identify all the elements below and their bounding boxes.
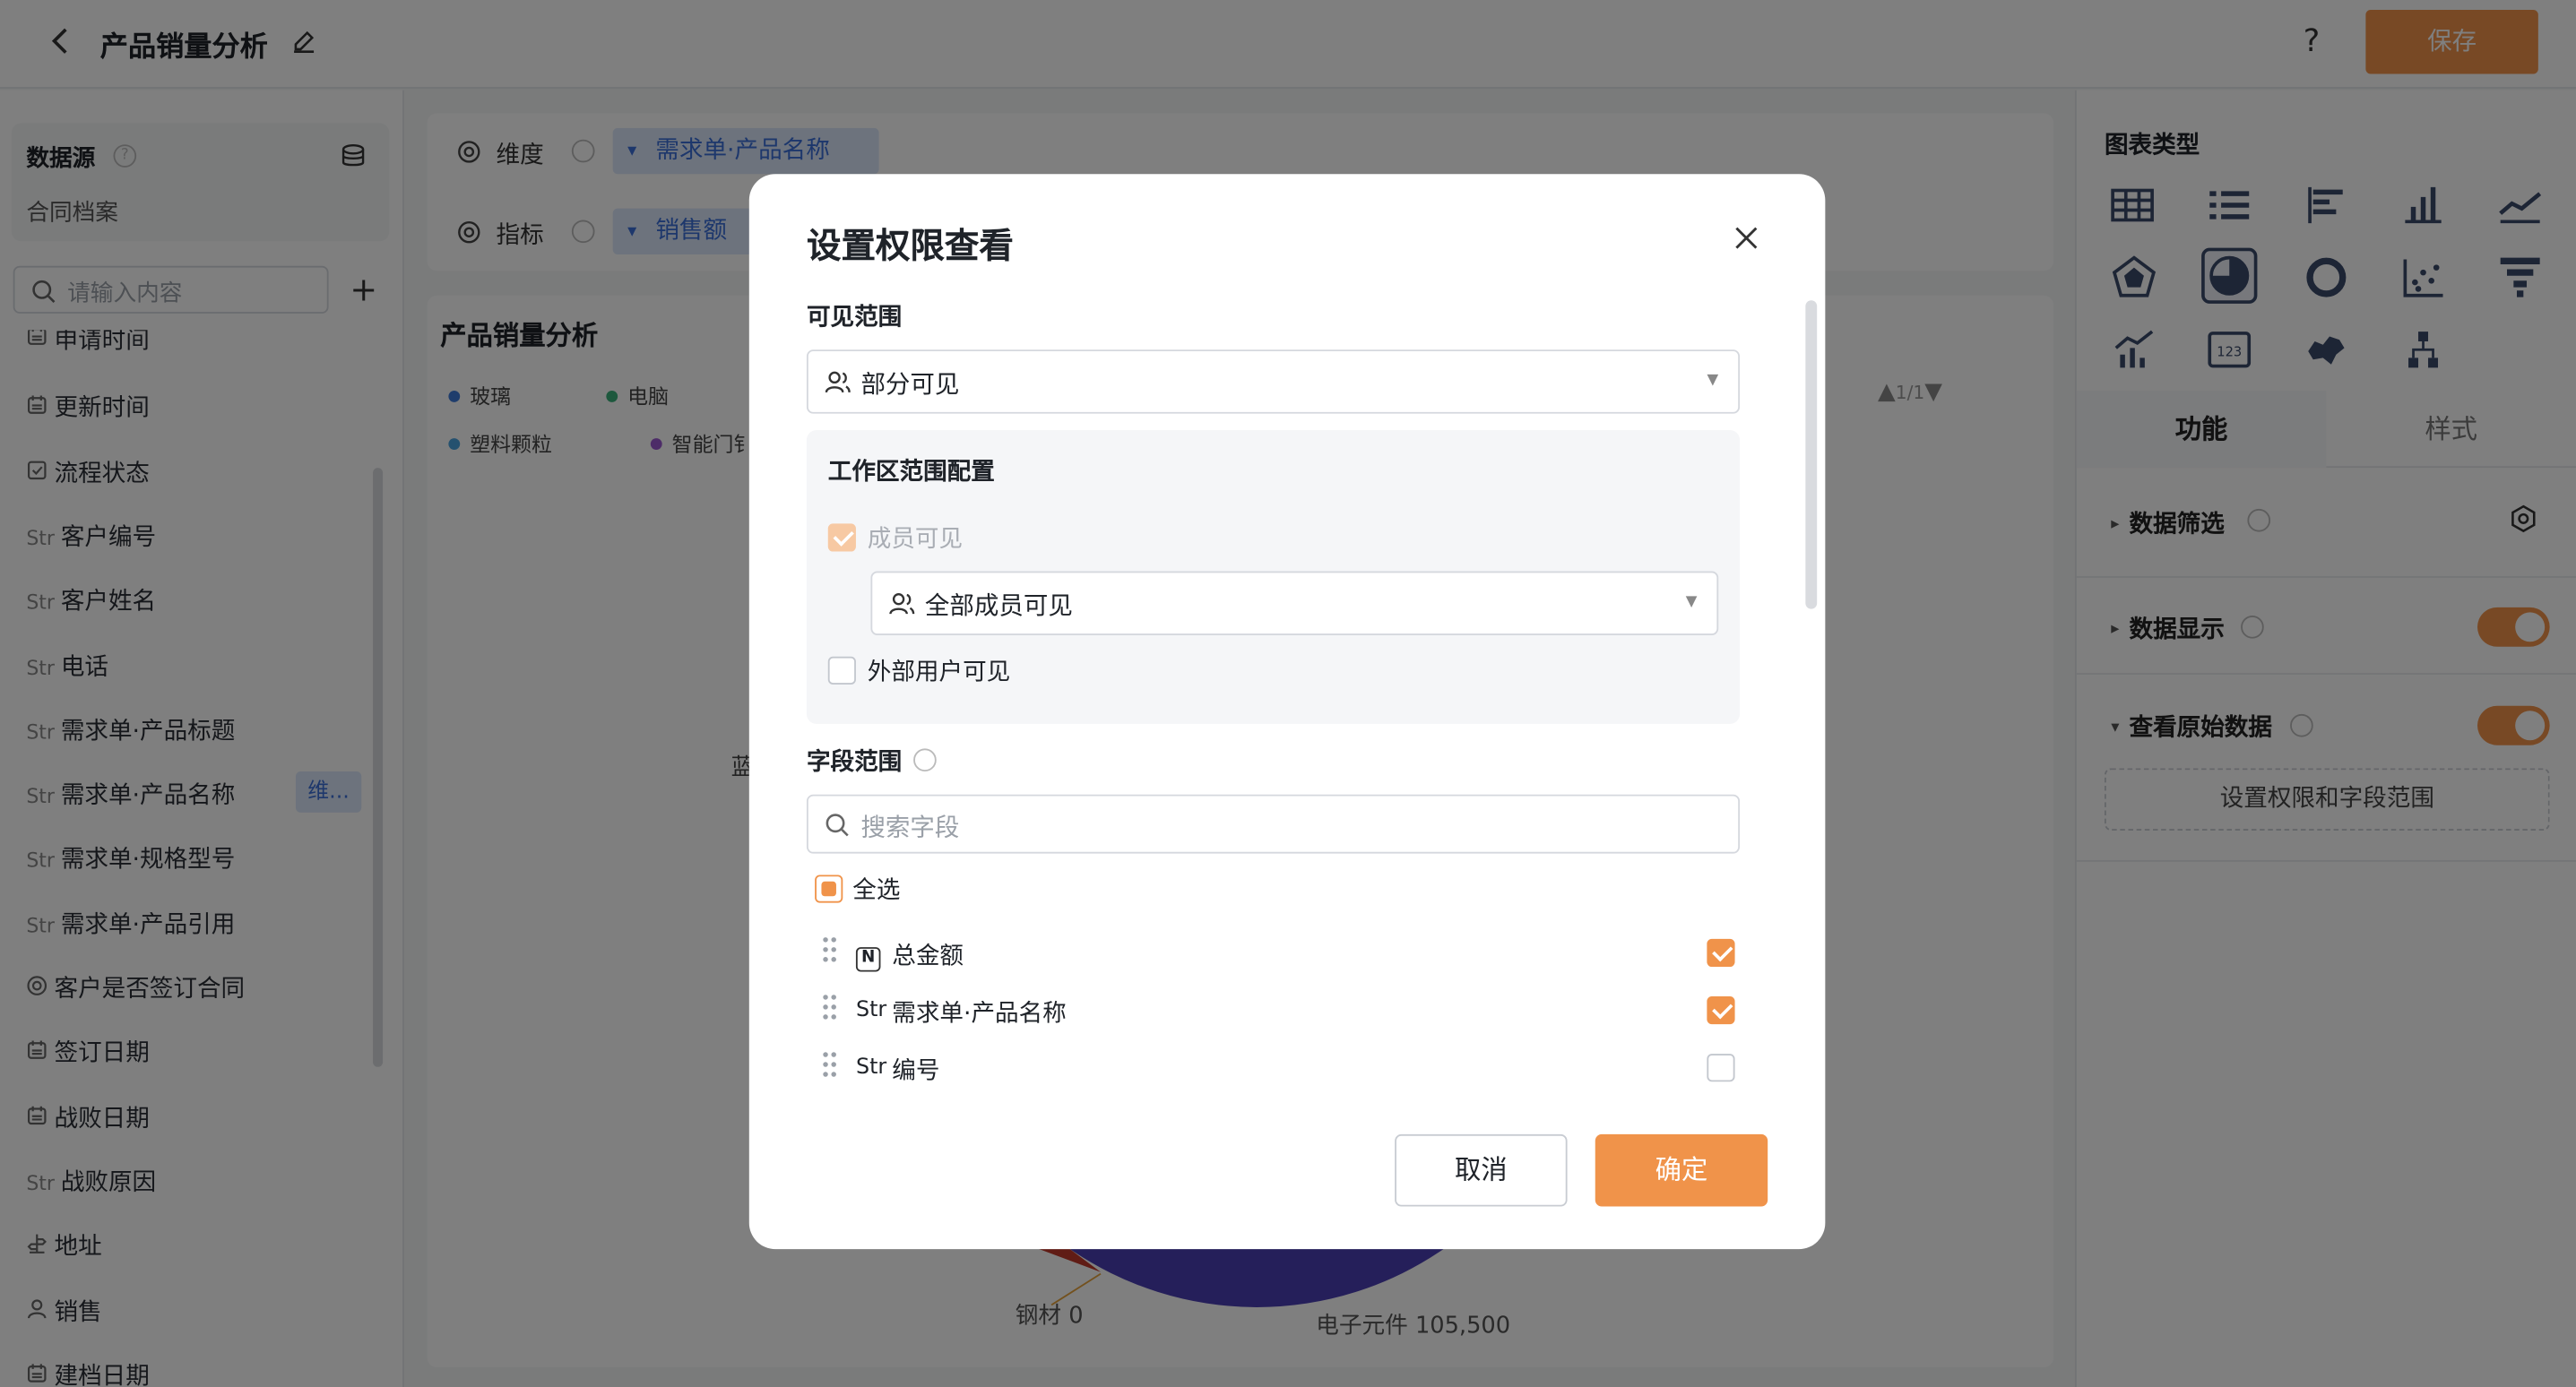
confirm-button[interactable]: 确定 [1595,1133,1768,1207]
string-type-icon: Str [855,1055,887,1081]
caret-down-icon: ▼ [1707,372,1719,390]
modal-field-label: 需求单·产品名称 [892,1001,1067,1028]
cancel-button[interactable]: 取消 [1395,1133,1568,1207]
field-checkbox[interactable] [1707,938,1735,968]
select-all-label: 全选 [852,878,901,905]
external-visible-label: 外部用户可见 [867,659,1011,686]
field-search-placeholder: 搜索字段 [860,812,960,842]
field-scope-label: 字段范围 [806,750,903,777]
string-type-icon: Str [855,997,887,1023]
modal-title: 设置权限查看 [806,226,1014,266]
number-type-icon: N [855,939,881,972]
member-visible-checkbox[interactable] [827,523,856,552]
caret-down-icon: ▼ [1685,594,1698,611]
field-checkbox[interactable] [1707,1054,1735,1082]
visible-scope-label: 可见范围 [806,305,903,332]
help-icon[interactable] [913,748,937,772]
field-checkbox[interactable] [1707,996,1735,1025]
modal-field-label: 编号 [892,1058,940,1085]
visible-scope-value: 部分可见 [860,369,960,400]
modal-scrollbar[interactable] [1805,300,1818,609]
field-search-input[interactable]: 搜索字段 [806,794,1741,854]
users-icon [889,592,915,615]
select-all-checkbox[interactable] [815,874,843,903]
drag-handle-icon[interactable] [823,1052,839,1081]
visible-scope-select[interactable]: 部分可见 ▼ [806,349,1741,414]
users-icon [825,371,851,393]
member-visible-label: 成员可见 [867,527,964,554]
member-scope-value: 全部成员可见 [924,590,1073,621]
drag-handle-icon[interactable] [823,995,839,1024]
workspace-scope-title: 工作区范围配置 [827,459,995,487]
search-icon [826,814,849,837]
member-scope-select[interactable]: 全部成员可见 ▼ [870,571,1719,635]
external-visible-checkbox[interactable] [827,656,856,685]
modal-field-label: 总金额 [892,943,964,970]
drag-handle-icon[interactable] [823,937,839,967]
close-icon[interactable] [1730,221,1763,254]
